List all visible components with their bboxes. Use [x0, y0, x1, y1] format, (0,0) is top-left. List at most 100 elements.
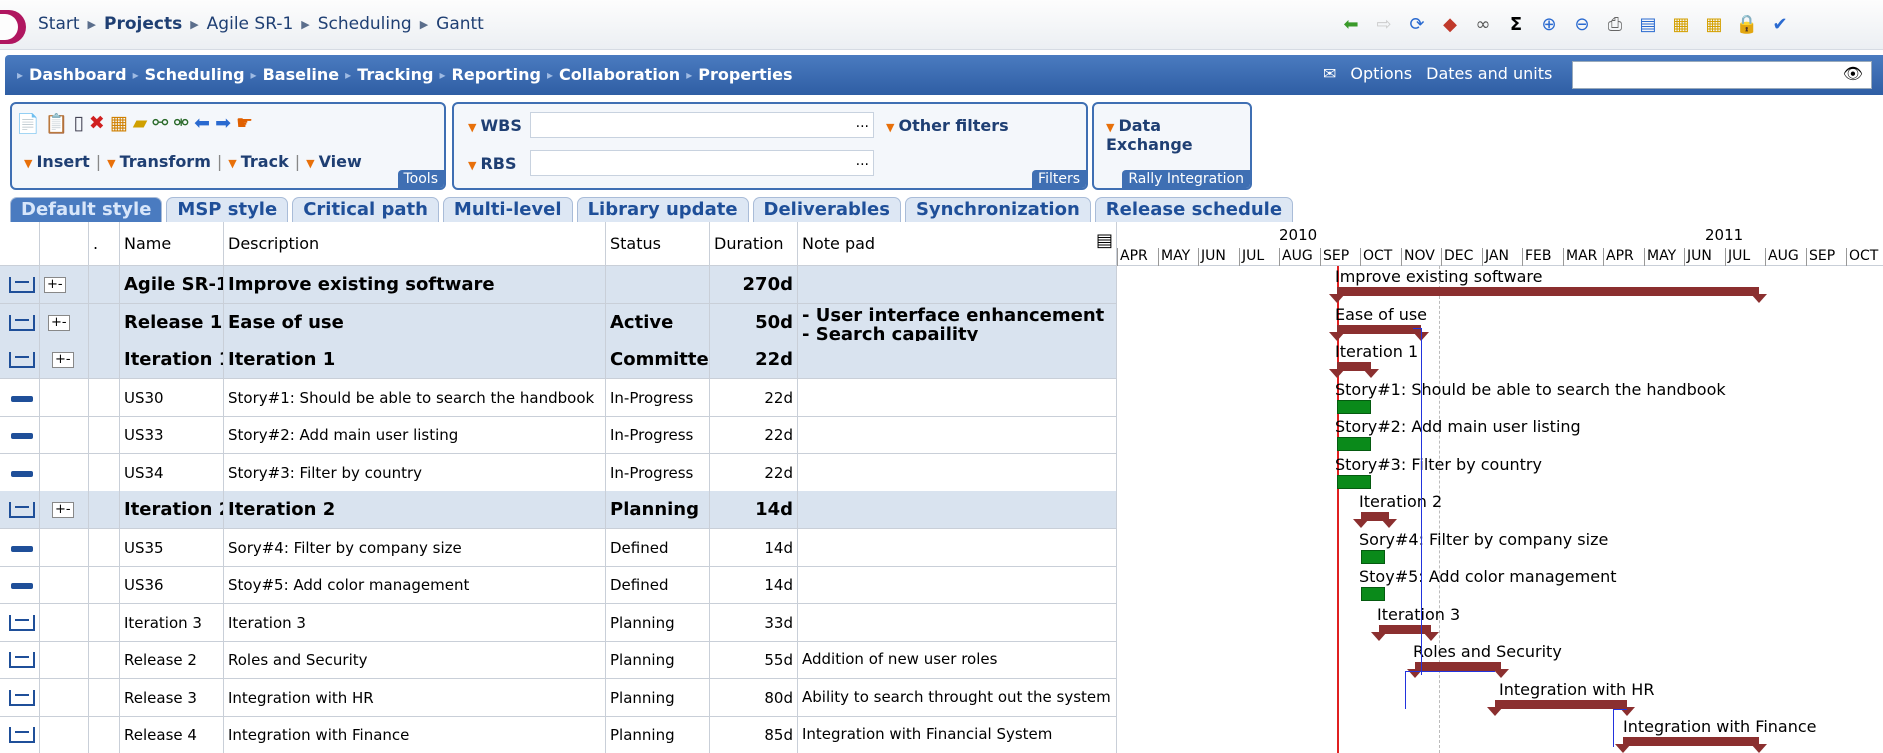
transform-menu[interactable]: ▼ Transform [107, 152, 211, 171]
summary-bar[interactable] [1329, 287, 1767, 303]
wbs-filter-label[interactable]: ▼ WBS [468, 116, 522, 135]
name-cell[interactable]: Agile SR-1 [120, 266, 224, 303]
summary-bar[interactable] [1487, 700, 1635, 716]
copy-icon[interactable]: 📄 [16, 112, 40, 135]
status-cell[interactable]: Active [606, 304, 710, 341]
menu-properties[interactable]: Properties [698, 65, 792, 84]
lock-icon[interactable]: 🔒 [1734, 11, 1760, 37]
table-row[interactable]: Iteration 3 Iteration 3 Planning 33d [0, 604, 1117, 642]
folder-icon[interactable]: ▰ [133, 112, 148, 135]
breadcrumb-projects[interactable]: Projects [104, 14, 182, 34]
description-cell[interactable]: Sory#4: Filter by company size [224, 529, 606, 566]
new-icon[interactable]: ▯ [73, 112, 83, 135]
status-cell[interactable]: In-Progress [606, 454, 710, 491]
name-cell[interactable]: Iteration 2 [120, 491, 224, 528]
description-cell[interactable]: Improve existing software [224, 266, 606, 303]
print-icon[interactable]: ⎙ [1602, 11, 1628, 37]
duration-cell[interactable]: 14d [710, 491, 798, 528]
menu-baseline[interactable]: Baseline [263, 65, 340, 84]
description-cell[interactable]: Ease of use [224, 304, 606, 341]
status-cell[interactable] [606, 266, 710, 303]
table-row[interactable]: US36 Stoy#5: Add color management Defined 1… [0, 566, 1117, 604]
forward-arrow-icon[interactable]: ⇨ [1371, 11, 1397, 37]
summary-bar[interactable] [1407, 662, 1509, 678]
export-icon[interactable]: ▤ [1635, 11, 1661, 37]
name-cell[interactable]: US33 [120, 416, 224, 453]
header-notepad[interactable]: Note pad ▤ [798, 222, 1117, 265]
duration-cell[interactable]: 22d [710, 379, 798, 416]
task-bar[interactable] [1361, 587, 1385, 601]
breadcrumb-scheduling[interactable]: Scheduling [318, 14, 412, 34]
name-cell[interactable]: US34 [120, 454, 224, 491]
description-cell[interactable]: Iteration 2 [224, 491, 606, 528]
table-row[interactable]: +-Iteration 1Iteration 1Committed22d [0, 341, 1117, 379]
duration-cell[interactable]: 270d [710, 266, 798, 303]
notepad-cell[interactable]: - User interface enhancement - Search ca… [798, 304, 1117, 341]
status-cell[interactable]: Planning [606, 641, 710, 678]
data-exchange-menu[interactable]: ▼ Data Exchange [1106, 116, 1250, 154]
notepad-cell[interactable]: Addition of new user roles [798, 641, 1117, 678]
stack-icon[interactable]: ◆ [1437, 11, 1463, 37]
wbs-filter-input[interactable]: ... [530, 112, 874, 138]
tab-msp-style[interactable]: MSP style [166, 197, 289, 222]
notepad-cell[interactable] [798, 566, 1117, 603]
zoom-in-icon[interactable]: ⊕ [1536, 11, 1562, 37]
view-menu[interactable]: ▼ View [306, 152, 362, 171]
status-cell[interactable]: Planning [606, 716, 710, 753]
paste-icon[interactable]: 📋 [45, 112, 69, 135]
delete-icon[interactable]: ✖ [89, 112, 105, 135]
summary-bar[interactable] [1329, 362, 1379, 378]
tab-library-update[interactable]: Library update [576, 197, 749, 222]
description-cell[interactable]: Story#2: Add main user listing [224, 416, 606, 453]
insert-menu[interactable]: ▼ Insert [24, 152, 90, 171]
tab-default-style[interactable]: Default style [10, 197, 163, 222]
name-cell[interactable]: Release 1 [120, 304, 224, 341]
table-row[interactable]: US33 Story#2: Add main user listing In-Pro… [0, 416, 1117, 454]
notepad-cell[interactable] [798, 491, 1117, 528]
summary-bar[interactable] [1353, 512, 1397, 528]
task-bar[interactable] [1337, 475, 1371, 489]
name-cell[interactable]: Release 2 [120, 641, 224, 678]
task-bar[interactable] [1361, 550, 1385, 564]
menu-reporting[interactable]: Reporting [452, 65, 541, 84]
notepad-cell[interactable]: Integration with Financial System [798, 716, 1117, 753]
header-description[interactable]: Description [224, 222, 606, 265]
duration-cell[interactable]: 55d [710, 641, 798, 678]
duration-cell[interactable]: 33d [710, 604, 798, 641]
status-cell[interactable]: Planning [606, 491, 710, 528]
table-row[interactable]: US35 Sory#4: Filter by company size Define… [0, 529, 1117, 567]
table-row[interactable]: US34 Story#3: Filter by country In-Progres… [0, 454, 1117, 492]
name-cell[interactable]: Release 4 [120, 716, 224, 753]
name-cell[interactable]: Release 3 [120, 679, 224, 716]
link-icon[interactable]: ∞ [1470, 11, 1496, 37]
description-cell[interactable]: Story#1: Should be able to search the ha… [224, 379, 606, 416]
tab-critical-path[interactable]: Critical path [292, 197, 439, 222]
pointer-icon[interactable]: ☛ [236, 112, 253, 135]
status-cell[interactable]: Planning [606, 604, 710, 641]
description-cell[interactable]: Story#3: Filter by country [224, 454, 606, 491]
description-cell[interactable]: Integration with HR [224, 679, 606, 716]
duration-cell[interactable]: 22d [710, 454, 798, 491]
summary-bar[interactable] [1615, 737, 1767, 753]
breadcrumb-gantt[interactable]: Gantt [436, 14, 484, 34]
name-cell[interactable]: US36 [120, 566, 224, 603]
table-row[interactable]: +- Iteration 2 Iteration 2 Planning 14d [0, 491, 1117, 529]
other-filters-menu[interactable]: ▼ Other filters [886, 116, 1009, 135]
duration-cell[interactable]: 14d [710, 566, 798, 603]
refresh-icon[interactable]: ⟳ [1404, 11, 1430, 37]
rbs-filter-input[interactable]: ... [530, 150, 874, 176]
table-row[interactable]: Release 2 Roles and Security Planning 55d Ad… [0, 641, 1117, 679]
task-bar[interactable] [1337, 437, 1371, 451]
eye-icon[interactable]: 👁 [1843, 64, 1863, 83]
back-arrow-icon[interactable]: ⬅ [1338, 11, 1364, 37]
cards-icon[interactable]: ▦ [1668, 11, 1694, 37]
notepad-cell[interactable] [798, 529, 1117, 566]
name-cell[interactable]: US30 [120, 379, 224, 416]
breadcrumb-project[interactable]: Agile SR-1 [207, 14, 294, 34]
duration-cell[interactable]: 50d [710, 304, 798, 341]
unlink-icon[interactable]: ⚮ [173, 112, 189, 135]
outdent-icon[interactable]: ⬅ [194, 112, 210, 135]
status-cell[interactable]: In-Progress [606, 416, 710, 453]
header-duration[interactable]: Duration [710, 222, 798, 265]
summary-bar[interactable] [1329, 325, 1429, 341]
